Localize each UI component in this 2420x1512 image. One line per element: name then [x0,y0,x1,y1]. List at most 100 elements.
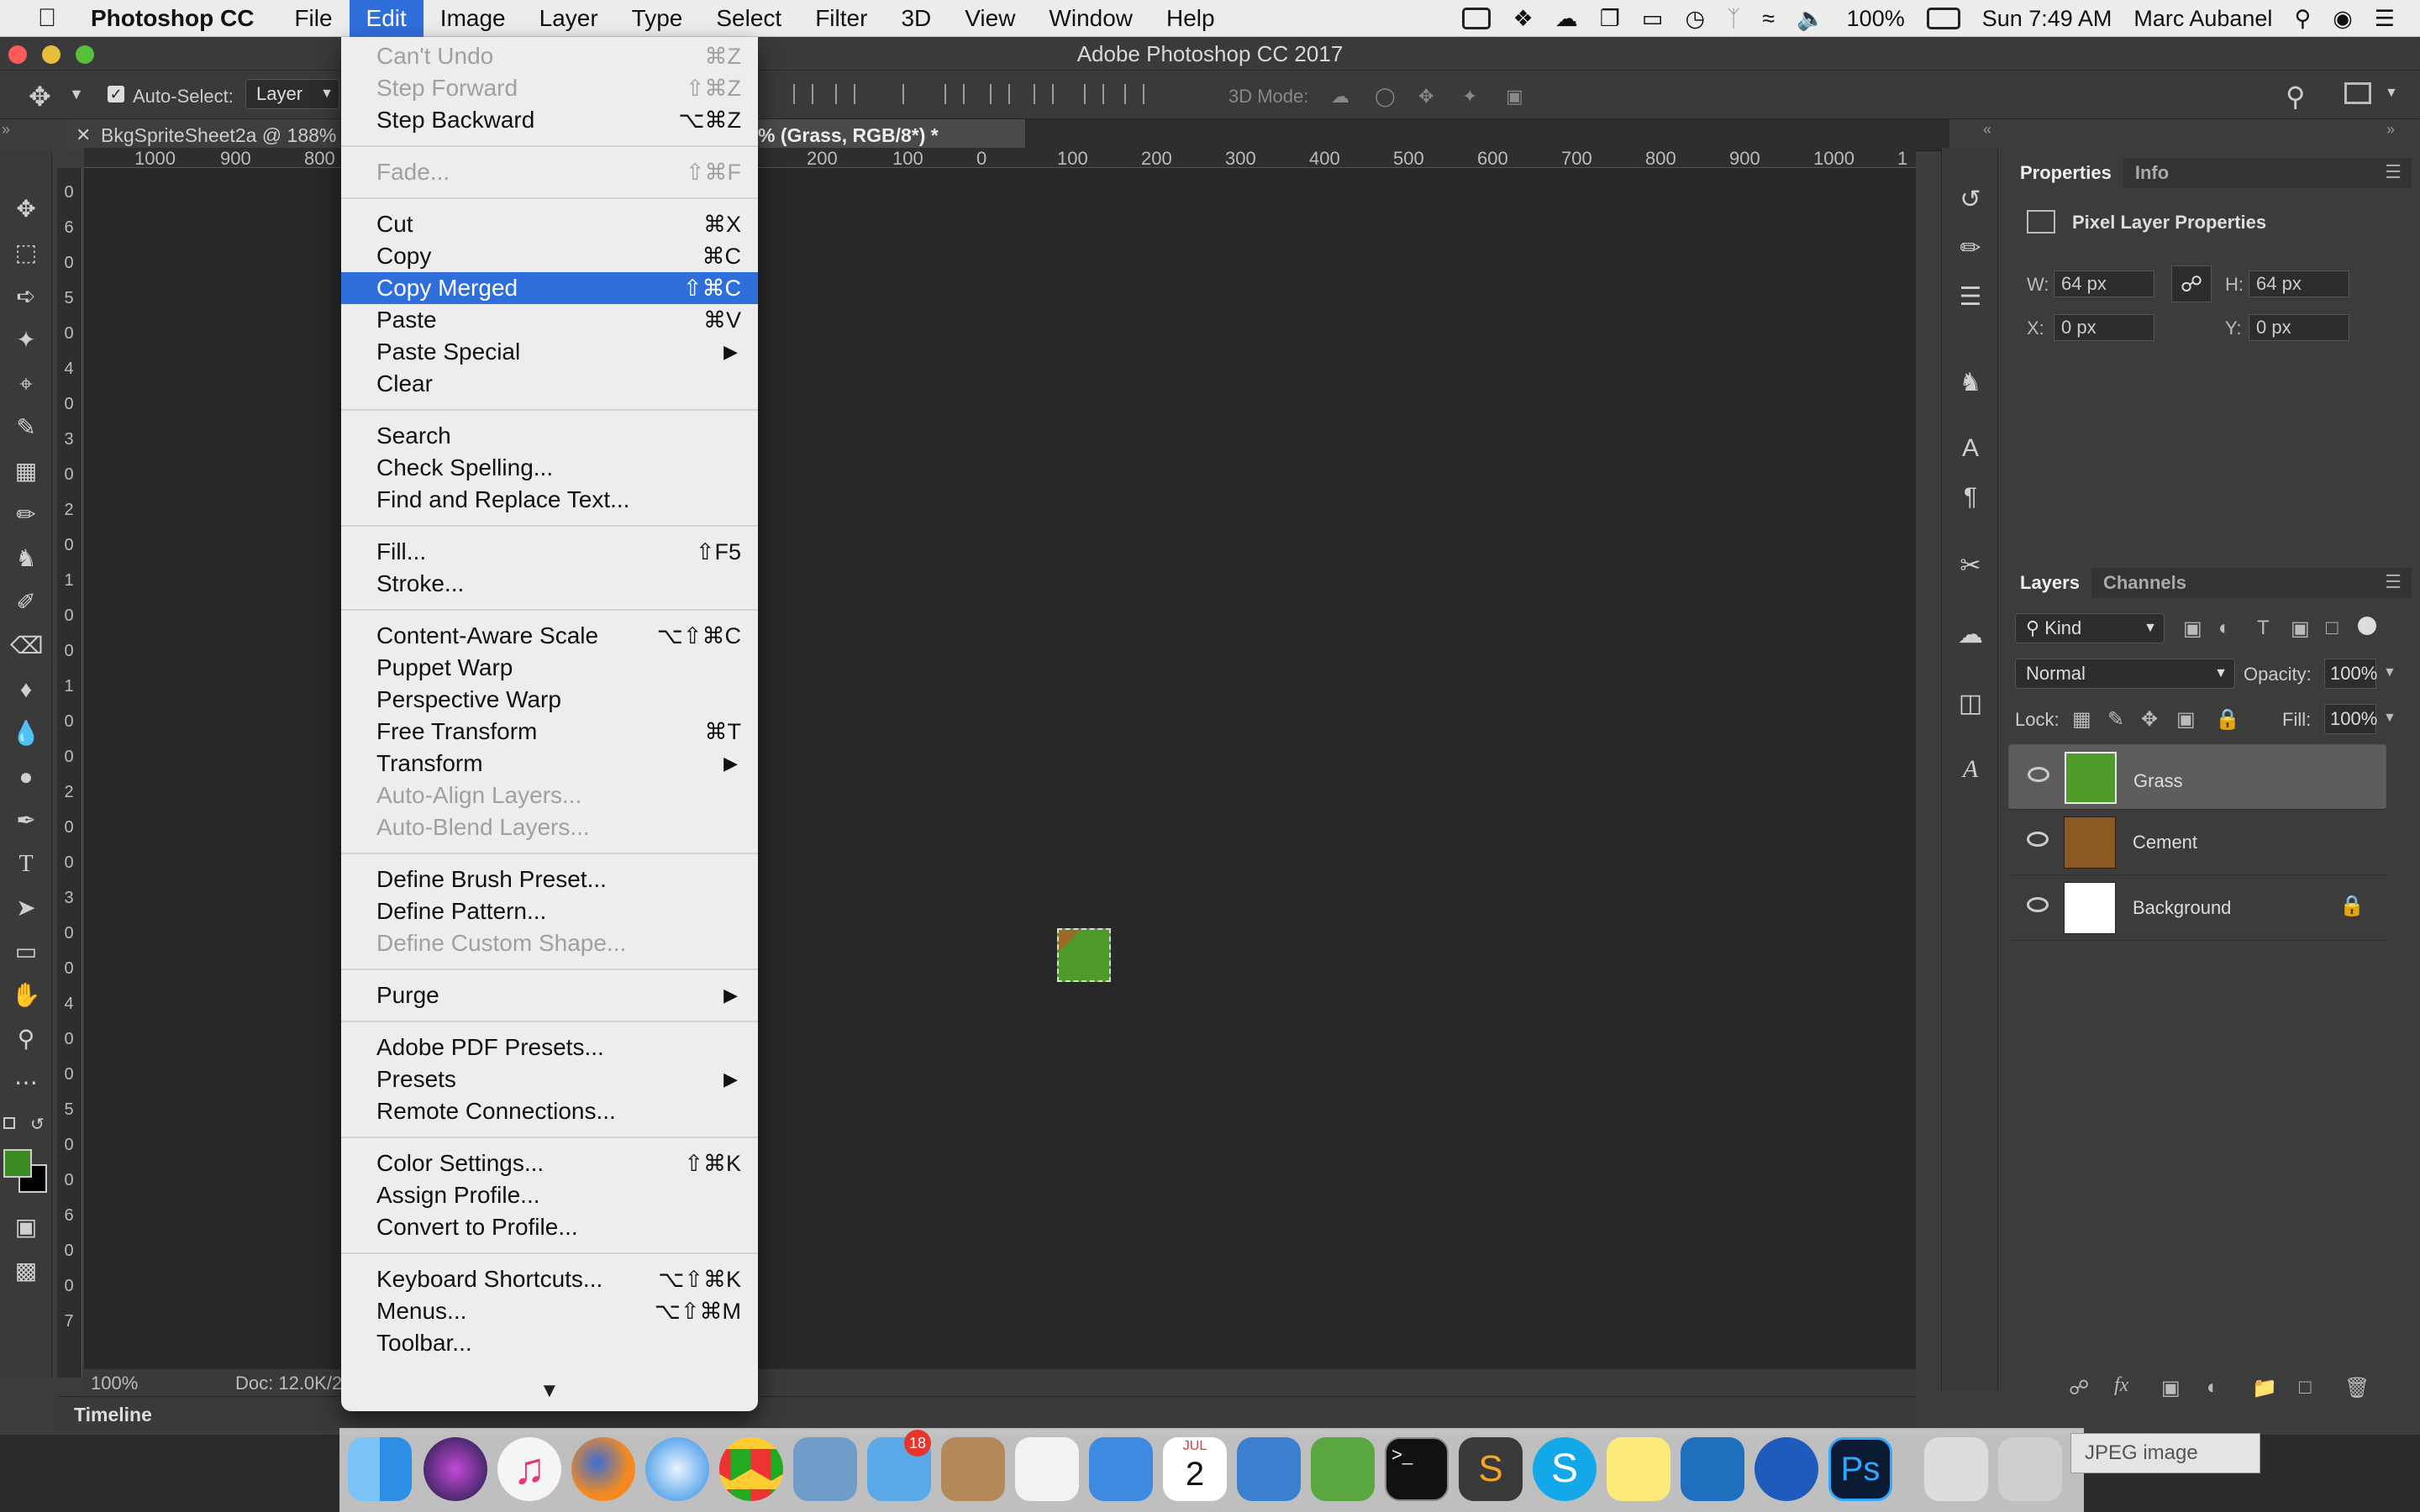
keynote-icon[interactable] [1089,1437,1153,1501]
chrome-icon[interactable] [719,1437,783,1501]
menu-item-define-brush-preset[interactable]: Define Brush Preset... [341,864,758,895]
screen-share-icon[interactable]: ❐ [1600,6,1620,32]
eyedropper-tool-icon[interactable]: ✎ [10,412,42,444]
paragraph-panel-icon[interactable]: ¶ [1955,482,1986,512]
align-right-icon[interactable] [902,84,923,104]
doc-size[interactable]: Doc: 12.0K/2 [235,1371,342,1396]
timeline-panel-tab[interactable]: Timeline [59,1396,1916,1431]
layer-name[interactable]: Cement [2133,832,2197,853]
skype-icon[interactable]: S [1533,1437,1597,1501]
siri-icon[interactable] [424,1437,487,1501]
character-panel-icon[interactable]: A [1955,433,1986,464]
zoom-level[interactable]: 100% [91,1371,138,1396]
grass-tile-selection[interactable] [1057,928,1111,982]
auto-select-dropdown[interactable]: Layer ▼ [245,79,339,109]
adjustments-panel-icon[interactable]: ☰ [1955,282,1986,312]
workspace-switcher-icon[interactable] [2344,82,2371,104]
more-tools-icon[interactable]: ⋯ [10,1067,42,1099]
doc-tab-grass[interactable]: % (Grass, RGB/8*) * [756,119,1025,151]
layer-name[interactable]: Grass [2133,767,2183,795]
layer-comps-panel-icon[interactable]: ◫ [1955,689,1986,719]
menu-item-puppet-warp[interactable]: Puppet Warp [341,652,758,684]
display-icon[interactable]: ▭ [1642,6,1664,32]
align-left-icon[interactable] [793,84,813,104]
menu-view[interactable]: View [948,0,1032,37]
move-tool-icon[interactable]: ✥ [10,193,42,225]
foreground-color-swatch[interactable] [3,1149,32,1178]
collapse-panels-left-icon[interactable]: « [1983,121,1991,139]
menu-3d[interactable]: 3D [884,0,948,37]
menu-image[interactable]: Image [424,0,523,37]
workspace-chevron-icon[interactable]: ▼ [2385,86,2398,101]
height-field[interactable]: 64 px [2249,270,2349,297]
menu-item-color-settings[interactable]: Color Settings... ⇧⌘K [341,1147,758,1179]
menu-item-paste[interactable]: Paste ⌘V [341,304,758,336]
panel-menu-icon[interactable]: ☰ [2385,161,2402,183]
distribute-middle-icon[interactable] [990,84,1010,104]
pen-tool-icon[interactable]: ✒ [10,805,42,837]
path-selection-tool-icon[interactable]: ➤ [10,892,42,924]
crop-tool-icon[interactable]: ⌖ [10,368,42,400]
menu-item-assign-profile[interactable]: Assign Profile... [341,1179,758,1211]
safari-icon[interactable] [645,1437,709,1501]
dropbox-icon[interactable]: ❖ [1512,6,1533,32]
textedit-icon[interactable] [1015,1437,1079,1501]
layer-style-icon[interactable]: fx [2114,1374,2128,1397]
notes-icon[interactable] [1607,1437,1670,1501]
move-tool-icon[interactable]: ✥ [29,81,51,113]
delete-layer-icon[interactable]: 🗑 [2344,1376,2370,1400]
auto-select-checkbox[interactable]: ✓ [108,86,124,102]
brushes-panel-icon[interactable]: ✏ [1955,234,1986,264]
lock-all-icon[interactable]: 🔒 [2215,707,2240,732]
screenflow-icon[interactable] [1754,1437,1818,1501]
tool-preset-chevron-icon[interactable]: ▼ [69,86,84,103]
screen-mode-icon[interactable]: ▩ [10,1255,42,1287]
menu-file[interactable]: File [277,0,349,37]
bluetooth-icon[interactable]: ᛉ [1727,6,1740,32]
libraries-panel-icon[interactable]: ☁ [1955,620,1986,650]
layer-row-grass[interactable]: Grass [2008,744,2386,810]
menu-item-define-pattern[interactable]: Define Pattern... [341,895,758,927]
close-window-button[interactable] [8,45,27,64]
wifi-icon[interactable]: ≈ [1762,6,1775,32]
default-colors-icon[interactable] [3,1117,15,1129]
spotlight-icon[interactable]: ⚲ [2294,6,2311,32]
fill-chevron-icon[interactable]: ▼ [2383,711,2396,726]
menu-item-fill[interactable]: Fill... ⇧F5 [341,536,758,568]
eraser-tool-icon[interactable]: ⌫ [10,630,44,662]
keepassx-icon[interactable] [1311,1437,1375,1501]
filter-smart-object-icon[interactable]: □ [2326,617,2338,640]
hand-tool-icon[interactable]: ✋ [10,979,42,1011]
menu-item-find-and-replace-text[interactable]: Find and Replace Text... [341,484,758,516]
app-menu[interactable]: Photoshop CC [91,5,254,32]
menu-type[interactable]: Type [615,0,700,37]
opacity-field[interactable]: 100% [2324,659,2377,689]
distribute-v-icon[interactable] [1124,84,1144,104]
3d-scale-icon[interactable]: ▣ [1506,86,1523,108]
stamp-tool-icon[interactable]: ♞ [10,543,42,575]
3d-roll-icon[interactable]: ◯ [1375,86,1396,108]
new-adjustment-icon[interactable]: ◐ [2207,1376,2219,1399]
layer-name[interactable]: Background [2133,897,2231,919]
menu-item-copy-merged[interactable]: Copy Merged ⇧⌘C [341,272,758,304]
clock[interactable]: Sun 7:49 AM [1982,6,2112,32]
paint-bucket-tool-icon[interactable]: ♦ [10,674,42,706]
menu-item-adobe-pdf-presets[interactable]: Adobe PDF Presets... [341,1032,758,1063]
filter-shape-icon[interactable]: ▣ [2291,617,2310,641]
new-group-icon[interactable]: 📁 [2252,1376,2277,1400]
close-tab-icon[interactable]: ✕ [76,119,91,151]
link-dimensions-icon[interactable]: ☍ [2171,265,2212,302]
tab-properties[interactable]: Properties [2008,158,2123,188]
firefox-icon[interactable] [571,1437,635,1501]
apple-menu-icon[interactable]:  [25,4,69,33]
type-tool-icon[interactable]: T [10,848,42,880]
brush-tool-icon[interactable]: ✏ [10,499,42,531]
add-mask-icon[interactable]: ▣ [2161,1376,2181,1400]
visibility-eye-icon[interactable] [2027,897,2049,912]
tab-info[interactable]: Info [2123,158,2181,188]
xcode-icon[interactable] [1237,1437,1301,1501]
siri-icon[interactable]: ◉ [2333,6,2353,32]
menu-filter[interactable]: Filter [798,0,884,37]
menu-item-stroke[interactable]: Stroke... [341,568,758,600]
panel-menu-icon[interactable]: ☰ [2385,571,2402,593]
